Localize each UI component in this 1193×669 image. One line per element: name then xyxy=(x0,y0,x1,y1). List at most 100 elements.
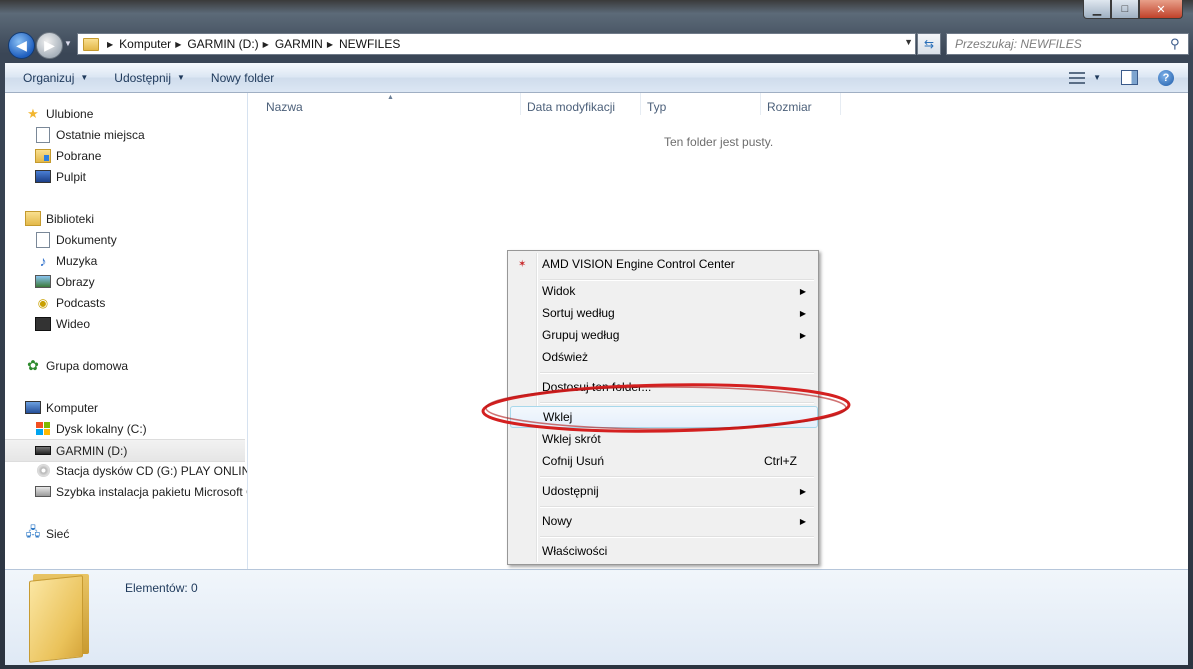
forward-button[interactable]: ▶ xyxy=(36,32,63,59)
nav-label: Grupa domowa xyxy=(46,358,129,373)
breadcrumb-newfiles[interactable]: NEWFILES xyxy=(339,37,400,51)
menu-separator xyxy=(540,402,814,404)
menu-item-view[interactable]: Widok ▶ xyxy=(510,280,816,302)
back-button[interactable]: ◀ xyxy=(8,32,35,59)
menu-item-paste-shortcut[interactable]: Wklej skrót xyxy=(510,428,816,450)
nav-recent-places[interactable]: Ostatnie miejsca xyxy=(35,124,145,145)
column-divider[interactable] xyxy=(640,93,641,115)
menu-item-group-by[interactable]: Grupuj według ▶ xyxy=(510,324,816,346)
menu-label: Właściwości xyxy=(542,544,608,558)
nav-network[interactable]: 🖧 Sieć xyxy=(25,523,70,544)
menu-separator xyxy=(540,372,814,374)
arrow-left-icon: ◀ xyxy=(16,37,27,53)
menu-separator xyxy=(540,536,814,538)
refresh-icon: ⇆ xyxy=(923,37,935,51)
nav-drive-c[interactable]: Dysk lokalny (C:) xyxy=(35,418,147,439)
column-divider[interactable] xyxy=(760,93,761,115)
breadcrumb-chevron-icon[interactable]: ▶ xyxy=(175,40,181,49)
folder-large-icon xyxy=(29,575,83,663)
minimize-button[interactable]: ▁ xyxy=(1083,0,1111,19)
search-input[interactable]: Przeszukaj: NEWFILES ⚲ xyxy=(946,33,1189,55)
removable-drive-icon xyxy=(35,443,51,459)
maximize-button[interactable]: □ xyxy=(1111,0,1139,19)
homegroup-icon: ✿ xyxy=(27,357,39,373)
view-dropdown-icon[interactable]: ▼ xyxy=(1093,73,1101,82)
documents-icon xyxy=(35,231,51,248)
nav-label: Obrazy xyxy=(56,274,95,289)
toolbar-right: ▼ ? xyxy=(1069,63,1188,92)
submenu-arrow-icon: ▶ xyxy=(799,516,806,526)
breadcrumb-computer[interactable]: Komputer xyxy=(119,37,171,51)
nav-podcasts[interactable]: ◉ Podcasts xyxy=(35,292,106,313)
nav-libraries[interactable]: Biblioteki xyxy=(25,208,94,229)
organize-menu[interactable]: Organizuj ▼ xyxy=(23,71,88,85)
nav-label: Pulpit xyxy=(56,169,87,184)
video-icon xyxy=(35,316,51,332)
recent-pages-dropdown[interactable]: ▼ xyxy=(64,39,72,49)
navigation-pane: ★ Ulubione Ostatnie miejsca Pobrane Pulp… xyxy=(5,93,248,569)
column-header-name[interactable]: Nazwa xyxy=(266,100,303,114)
menu-item-sort-by[interactable]: Sortuj według ▶ xyxy=(510,302,816,324)
nav-drive-cd[interactable]: Stacja dysków CD (G:) PLAY ONLINE xyxy=(35,460,248,481)
menu-item-undo-delete[interactable]: Cofnij Usuń Ctrl+Z xyxy=(510,450,816,472)
help-icon[interactable]: ? xyxy=(1158,69,1174,86)
nav-label: Ostatnie miejsca xyxy=(56,127,145,142)
menu-item-paste[interactable]: Wklej xyxy=(510,406,818,428)
preview-pane-icon[interactable] xyxy=(1121,70,1138,85)
menu-item-amd[interactable]: ✶ AMD VISION Engine Control Center xyxy=(510,253,816,275)
nav-drive-office[interactable]: Szybka instalacja pakietu Microsoft Offi… xyxy=(35,481,247,502)
column-divider[interactable] xyxy=(520,93,521,115)
breadcrumb-garmin-drive[interactable]: GARMIN (D:) xyxy=(187,37,258,51)
menu-item-share[interactable]: Udostępnij ▶ xyxy=(510,480,816,502)
nav-music[interactable]: ♪ Muzyka xyxy=(35,250,98,271)
explorer-window: ▁ □ ✕ ◀ ▶ ▼ ▶ Komputer ▶ GARMIN (D:) ▶ G… xyxy=(0,0,1193,669)
menu-label: Sortuj według xyxy=(542,306,615,320)
nav-label: Stacja dysków CD (G:) PLAY ONLINE xyxy=(56,463,248,478)
menu-label: Nowy xyxy=(542,514,573,528)
menu-label: Udostępnij xyxy=(542,484,599,498)
column-header-size[interactable]: Rozmiar xyxy=(767,100,812,114)
menu-label: Widok xyxy=(542,284,576,298)
nav-computer[interactable]: Komputer xyxy=(25,397,98,418)
nav-label: Sieć xyxy=(46,526,70,541)
menu-shortcut: Ctrl+Z xyxy=(764,454,797,468)
breadcrumb-chevron-icon[interactable]: ▶ xyxy=(107,40,113,49)
menu-item-refresh[interactable]: Odśwież xyxy=(510,346,816,368)
new-folder-label: Nowy folder xyxy=(210,70,275,85)
submenu-arrow-icon: ▶ xyxy=(799,286,806,296)
network-icon: 🖧 xyxy=(25,523,41,539)
search-icon[interactable]: ⚲ xyxy=(1170,36,1188,52)
nav-videos[interactable]: Wideo xyxy=(35,313,90,334)
nav-drive-garmin[interactable]: GARMIN (D:) xyxy=(5,439,245,462)
column-header-type[interactable]: Typ xyxy=(647,100,666,114)
nav-downloads[interactable]: Pobrane xyxy=(35,145,101,166)
sort-ascending-icon: ▲ xyxy=(387,94,394,101)
nav-pictures[interactable]: Obrazy xyxy=(35,271,95,292)
share-menu[interactable]: Udostępnij ▼ xyxy=(114,71,185,85)
breadcrumb-chevron-icon[interactable]: ▶ xyxy=(327,40,333,49)
refresh-button[interactable]: ⇆ xyxy=(917,33,941,55)
address-bar[interactable]: ▶ Komputer ▶ GARMIN (D:) ▶ GARMIN ▶ NEWF… xyxy=(77,33,916,55)
address-dropdown-icon[interactable]: ▼ xyxy=(904,37,913,47)
nav-favorites[interactable]: ★ Ulubione xyxy=(25,103,93,124)
nav-desktop[interactable]: Pulpit xyxy=(35,166,86,187)
nav-homegroup[interactable]: ✿ Grupa domowa xyxy=(25,355,128,376)
close-button[interactable]: ✕ xyxy=(1139,0,1183,19)
nav-label: Szybka instalacja pakietu Microsoft Offi… xyxy=(56,484,247,499)
menu-item-properties[interactable]: Właściwości xyxy=(510,540,816,562)
new-folder-button[interactable]: Nowy folder xyxy=(211,71,274,85)
view-options-icon[interactable] xyxy=(1069,71,1086,84)
menu-label: Odśwież xyxy=(542,350,589,364)
menu-label: AMD VISION Engine Control Center xyxy=(542,257,735,271)
nav-documents[interactable]: Dokumenty xyxy=(35,229,117,250)
column-header-date[interactable]: Data modyfikacji xyxy=(527,100,615,114)
breadcrumb-garmin[interactable]: GARMIN xyxy=(275,37,323,51)
windows-drive-icon xyxy=(35,421,51,437)
breadcrumb-chevron-icon[interactable]: ▶ xyxy=(263,40,269,49)
menu-separator xyxy=(540,506,814,508)
podcast-icon: ◉ xyxy=(37,295,49,310)
menu-separator xyxy=(540,476,814,478)
menu-item-customize[interactable]: Dostosuj ten folder... xyxy=(510,376,816,398)
column-divider[interactable] xyxy=(840,93,841,115)
menu-item-new[interactable]: Nowy ▶ xyxy=(510,510,816,532)
